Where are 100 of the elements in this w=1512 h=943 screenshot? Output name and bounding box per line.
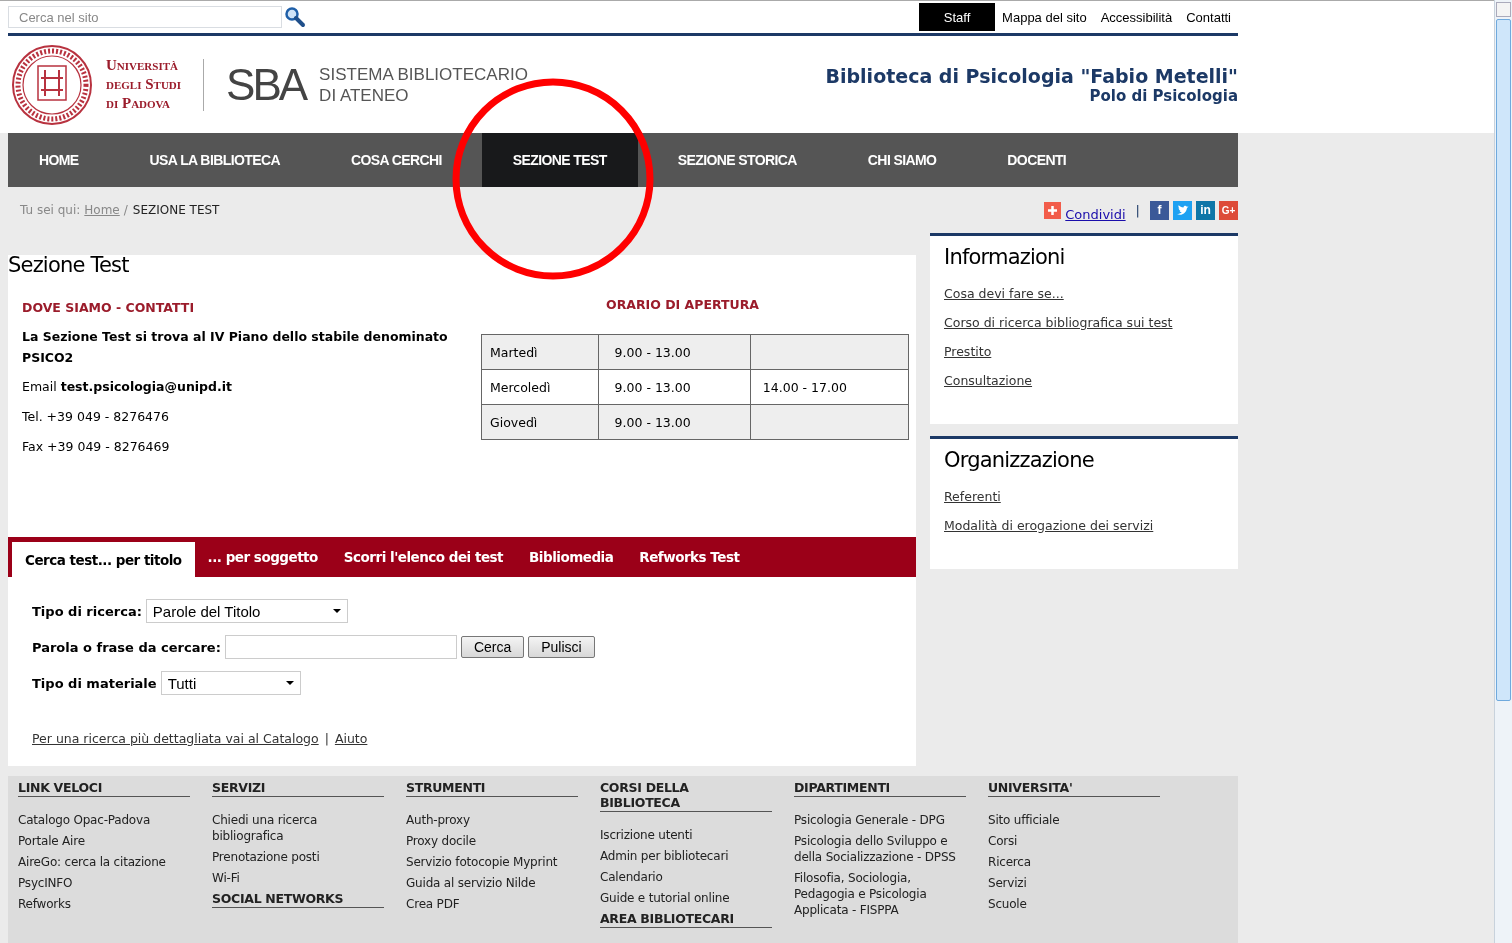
twitter-bird-icon[interactable] [1173, 200, 1192, 220]
google-plus-icon[interactable]: G+ [1219, 200, 1238, 220]
university-name-line: di Padova [106, 94, 172, 113]
footer-link[interactable]: Iscrizione utenti [600, 827, 772, 843]
library-system-name: DI ATENEO [319, 84, 410, 106]
footer-link[interactable]: Scuole [988, 896, 1160, 912]
footer-heading: DIPARTIMENTI [794, 780, 966, 797]
clear-button[interactable]: Pulisci [528, 636, 595, 658]
footer-link[interactable]: Sito ufficiale [988, 812, 1160, 828]
footer-heading: SOCIAL NETWORKS [212, 891, 384, 908]
contact-line: Tel. +39 049 - 8276476 [22, 408, 170, 426]
card-title: Organizzazione [944, 448, 1095, 472]
contact-line: Fax +39 049 - 8276469 [22, 438, 171, 456]
top-link[interactable]: Staff [919, 3, 996, 31]
location-text: La Sezione Test si trova al IV Piano dello stabile denominato PSICO2 [22, 328, 449, 367]
breadcrumb-label: Tu sei qui: [20, 203, 81, 217]
linkedin-icon[interactable]: in [1196, 200, 1215, 220]
nav-item[interactable]: SEZIONE STORICA [646, 133, 828, 187]
footer-link[interactable]: Portale Aire [18, 833, 190, 849]
sidebar-link[interactable]: Referenti [944, 489, 1224, 504]
footer-link[interactable]: Calendario [600, 869, 772, 885]
footer-link[interactable]: Admin per bibliotecari [600, 848, 772, 864]
footer-heading: CORSI DELLA BIBLIOTECA [600, 780, 772, 812]
scrollbar[interactable] [1494, 0, 1512, 943]
sidebar-link[interactable]: Modalità di erogazione dei servizi [944, 518, 1224, 533]
library-title: Biblioteca di Psicologia "Fabio Metelli" [825, 64, 1238, 87]
search-tab[interactable]: Bibliomedia [516, 537, 627, 577]
university-name-line: degli Studi [106, 75, 182, 94]
footer-link[interactable]: Ricerca [988, 854, 1160, 870]
sidebar-link[interactable]: Cosa devi fare se... [944, 286, 1224, 301]
help-link[interactable]: Aiuto [334, 731, 368, 746]
top-link[interactable]: Mappa del sito [995, 3, 1094, 31]
top-link[interactable]: Accessibilità [1093, 3, 1180, 31]
nav-item[interactable]: DOCENTI [976, 133, 1098, 187]
search-tab[interactable]: ... per soggetto [194, 537, 331, 577]
contact-line: Email test.psicologia@unipd.it [22, 378, 233, 396]
field-label: Parola o frase da cercare: [32, 639, 221, 655]
nav-item[interactable]: USA LA BIBLIOTECA [118, 133, 311, 187]
search-button[interactable]: Cerca [460, 636, 525, 658]
nav-item[interactable]: HOME [8, 133, 110, 187]
footer-link[interactable]: Wi-Fi [212, 870, 384, 886]
link-separator: | [324, 731, 329, 746]
footer-link[interactable]: Psicologia Generale - DPG [794, 812, 966, 828]
table-cell: 9.00 - 13.00 [598, 404, 751, 440]
library-system-name: SISTEMA BIBLIOTECARIO [319, 63, 528, 85]
facebook-icon[interactable]: f [1150, 200, 1169, 220]
footer-link[interactable]: Servizio fotocopie Myprint [406, 854, 578, 870]
footer-link[interactable]: PsycINFO [18, 875, 190, 891]
footer-heading: AREA BIBLIOTECARI [600, 911, 772, 928]
material-type-dropdown[interactable]: Tutti [160, 671, 301, 695]
footer-link[interactable]: Servizi [988, 875, 1160, 891]
catalog-link[interactable]: Per una ricerca più dettagliata vai al Catalogo [32, 731, 319, 746]
footer-link[interactable]: Auth-proxy [406, 812, 578, 828]
sidebar-link[interactable]: Consultazione [944, 373, 1224, 388]
footer-link[interactable]: AireGo: cerca la citazione [18, 854, 190, 870]
field-label: Tipo di materiale [32, 675, 157, 691]
search-tab[interactable]: Scorri l'elenco dei test [330, 537, 517, 577]
page-title: Sezione Test [8, 253, 130, 277]
plus-icon[interactable] [1044, 201, 1062, 219]
footer-link[interactable]: Psicologia dello Sviluppo e della Socializzazione - DPSS [794, 833, 966, 865]
top-link[interactable]: Contatti [1179, 3, 1238, 31]
nav-item[interactable]: COSA CERCHI [319, 133, 473, 187]
footer-link[interactable]: Catalogo Opac-Padova [18, 812, 190, 828]
search-type-dropdown[interactable]: Parole del Titolo [145, 599, 348, 623]
share-link[interactable]: Condividi [1065, 206, 1126, 222]
field-label: Tipo di ricerca: [32, 603, 142, 619]
card-title: Informazioni [944, 245, 1066, 269]
footer-link[interactable]: Guide e tutorial online [600, 890, 772, 906]
nav-item[interactable]: CHI SIAMO [836, 133, 968, 187]
breadcrumb-current: SEZIONE TEST [132, 203, 220, 217]
footer-link[interactable]: Chiedi una ricerca bibliografica [212, 812, 384, 844]
table-cell: Giovedì [481, 404, 599, 440]
sba-logo-text: SBA [226, 59, 306, 110]
search-tab[interactable]: Cerca test... per titolo [12, 542, 195, 577]
footer-link[interactable]: Refworks [18, 896, 190, 912]
footer-link[interactable]: Crea PDF [406, 896, 578, 912]
table-cell: 14.00 - 17.00 [750, 369, 909, 405]
sidebar-link[interactable]: Prestito [944, 344, 1224, 359]
breadcrumb-separator: / [123, 203, 128, 217]
university-name-line: Università [106, 56, 179, 75]
footer-heading: UNIVERSITA' [988, 780, 1160, 797]
table-cell: Martedì [481, 334, 599, 370]
footer-link[interactable]: Proxy docile [406, 833, 578, 849]
nav-item[interactable]: SEZIONE TEST [481, 133, 638, 187]
search-field[interactable]: Cerca nel sito [8, 6, 282, 28]
hours-heading: ORARIO DI APERTURA [606, 297, 759, 312]
footer-heading: SERVIZI [212, 780, 384, 797]
table-cell: 9.00 - 13.00 [598, 334, 751, 370]
query-field[interactable] [224, 635, 457, 659]
footer-link[interactable]: Prenotazione posti [212, 849, 384, 865]
sidebar-link[interactable]: Corso di ricerca bibliografica sui test [944, 315, 1224, 330]
footer-heading: LINK VELOCI [18, 780, 190, 797]
footer-link[interactable]: Corsi [988, 833, 1160, 849]
search-icon[interactable] [284, 6, 306, 28]
contacts-heading: DOVE SIAMO - CONTATTI [22, 299, 196, 317]
table-cell: 9.00 - 13.00 [598, 369, 751, 405]
footer-link[interactable]: Filosofia, Sociologia, Pedagogia e Psicologia Applicata - FISPPA [794, 870, 966, 918]
footer-link[interactable]: Guida al servizio Nilde [406, 875, 578, 891]
table-cell: Mercoledì [481, 369, 599, 405]
search-tab[interactable]: Refworks Test [626, 537, 753, 577]
